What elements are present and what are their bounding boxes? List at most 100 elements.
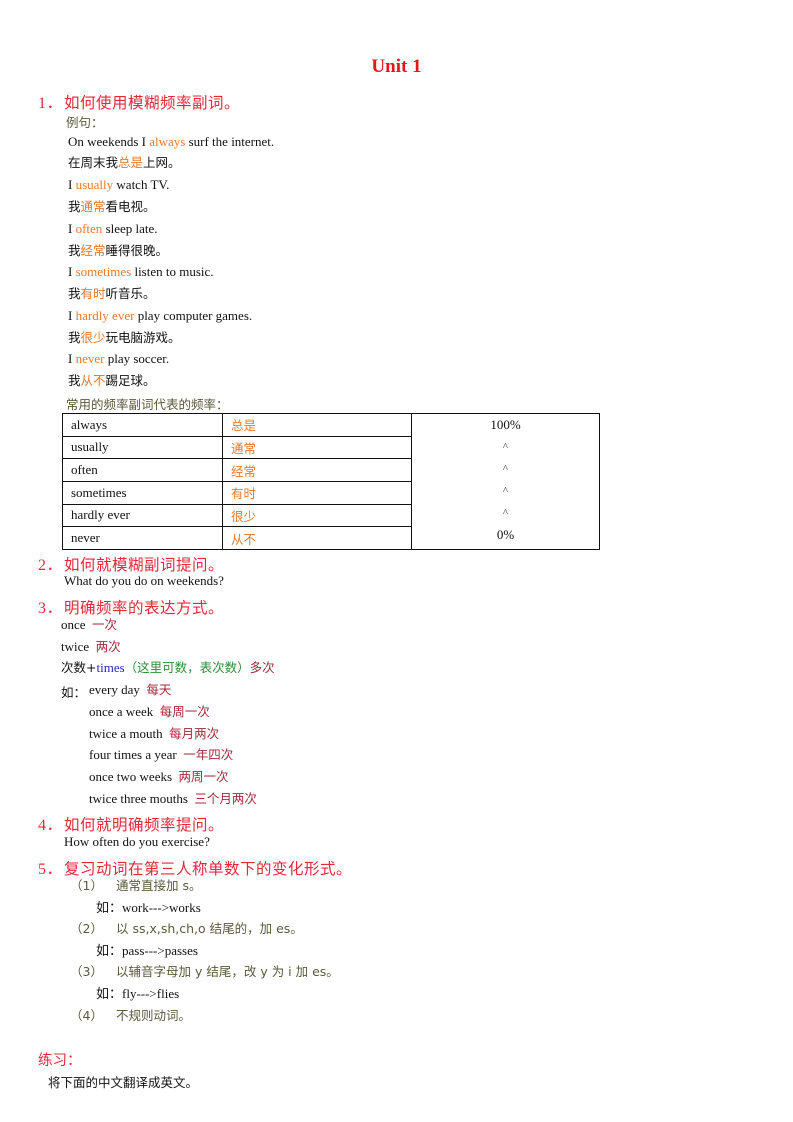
english-phrase: twice three mouths: [89, 791, 188, 806]
example-sentence: I usually watch TV.: [68, 177, 169, 193]
english-phrase: four times a year: [89, 747, 177, 762]
sentence-text: 听音乐。: [105, 286, 156, 301]
sentence-text: 上网。: [143, 155, 181, 170]
frequency-example: every day 每天: [89, 682, 171, 698]
chinese-phrase: 每周一次: [159, 704, 210, 719]
rule-item: （1） 通常直接加 s。: [70, 878, 202, 894]
times-rule-line: 次数+times（这里可数，表次数）多次: [61, 660, 275, 676]
examples-label: 例句：: [66, 115, 104, 130]
frequency-adverb: 很少: [80, 330, 106, 345]
rule-text: 不规则动词。: [116, 1008, 192, 1023]
rule-item: （2） 以 ss,x,sh,ch,o 结尾的，加 es。: [70, 921, 303, 937]
example-sentence: I never play soccer.: [68, 351, 169, 367]
rule-label: （4）: [70, 1008, 103, 1023]
adverb-chinese: 总是: [222, 413, 412, 437]
sentence-text: 踢足球。: [105, 373, 156, 388]
sentence-text: 在周末我: [68, 155, 119, 170]
chinese-term: 一次: [92, 617, 118, 632]
sentence-text: 我: [68, 330, 81, 345]
adverb-english: hardly ever: [62, 503, 223, 528]
english-phrase: every day: [89, 682, 140, 697]
rule-label: （1）: [70, 878, 103, 893]
english-phrase: once a week: [89, 704, 154, 719]
sentence-text: I: [68, 221, 76, 236]
rule-text: 以 ss,x,sh,ch,o 结尾的，加 es。: [116, 921, 303, 936]
adverb-chinese: 通常: [222, 435, 412, 460]
section-title: 如何就模糊副词提问。: [64, 556, 225, 574]
section-2-heading: 2．如何就模糊副词提问。: [38, 551, 224, 575]
sentence-text: surf the internet.: [185, 134, 275, 149]
frequency-adverb: often: [75, 221, 103, 236]
section-number: 4．: [38, 817, 64, 834]
frequency-example: twice a mouth 每月两次: [89, 726, 219, 742]
sentence-text: play soccer.: [104, 351, 170, 366]
frequency-adverb: 有时: [80, 286, 106, 301]
section-title: 如何就明确频率提问。: [64, 816, 225, 834]
section-title: 复习动词在第三人称单数下的变化形式。: [64, 860, 353, 878]
chinese-phrase: 一年四次: [183, 747, 234, 762]
frequency-adverb: 通常: [80, 199, 106, 214]
chinese-phrase: 每天: [146, 682, 172, 697]
frequency-scale: 100% ^ ^ ^ ^ 0%: [411, 413, 600, 550]
eg-label: 如：: [61, 685, 87, 700]
scale-percent: 100%: [490, 417, 521, 432]
table-row: always 总是 100% ^ ^ ^ ^ 0%: [62, 413, 600, 550]
frequency-example: once a week 每周一次: [89, 704, 210, 720]
section-4-heading: 4．如何就明确频率提问。: [38, 811, 224, 835]
section-5-heading: 5．复习动词在第三人称单数下的变化形式。: [38, 855, 352, 879]
rule-example: 如：work--->works: [96, 900, 201, 915]
practice-label: 练习：: [38, 1053, 82, 1069]
adverb-chinese: 有时: [222, 480, 412, 505]
english-phrase: once two weeks: [89, 769, 173, 784]
sentence-text: 我: [68, 199, 81, 214]
rule-note: （这里可数，表次数）: [124, 660, 250, 675]
section-title: 明确频率的表达方式。: [64, 599, 225, 617]
rule-label: （3）: [70, 964, 103, 979]
example-sentence: 在周末我总是上网。: [68, 155, 181, 171]
caret-up-icon: ^: [502, 463, 509, 475]
section-number: 5．: [38, 861, 64, 878]
section-number: 1．: [38, 95, 64, 112]
frequency-example: twice three mouths 三个月两次: [89, 791, 257, 807]
chinese-phrase: 三个月两次: [194, 791, 257, 806]
rule-prefix: 次数+: [61, 660, 97, 675]
sentence-text: I: [68, 177, 76, 192]
adverb-english: never: [62, 526, 223, 550]
chinese-phrase: 每月两次: [169, 726, 220, 741]
adverb-chinese: 从不: [222, 526, 412, 550]
example-sentence: I hardly ever play computer games.: [68, 308, 252, 324]
sentence-text: sleep late.: [102, 221, 158, 236]
section-title: 如何使用模糊频率副词。: [64, 94, 241, 112]
sentence-text: 玩电脑游戏。: [105, 330, 181, 345]
rule-text: 通常直接加 s。: [116, 878, 202, 893]
example-sentence: 我通常看电视。: [68, 199, 156, 215]
chinese-phrase: 两周一次: [178, 769, 229, 784]
sentence-text: play computer games.: [134, 308, 253, 323]
caret-up-icon: ^: [502, 441, 509, 453]
sentence-text: I: [68, 308, 76, 323]
adverb-english: always: [62, 413, 223, 437]
frequency-table: always 总是 100% ^ ^ ^ ^ 0% usually 通常 often 经常 someti…: [62, 413, 600, 550]
rule-item: （4） 不规则动词。: [70, 1008, 191, 1024]
example-sentence: 我从不踢足球。: [68, 373, 156, 389]
section-3-heading: 3．明确频率的表达方式。: [38, 594, 224, 618]
english-term: twice: [61, 639, 90, 654]
frequency-adverb: always: [149, 134, 186, 149]
once-line: once 一次: [61, 617, 117, 633]
adverb-english: usually: [62, 435, 223, 460]
rule-label: （2）: [70, 921, 103, 936]
english-term: once: [61, 617, 86, 632]
sentence-text: listen to music.: [131, 264, 214, 279]
adverb-english: sometimes: [62, 480, 223, 505]
section-1-heading: 1．如何使用模糊频率副词。: [38, 89, 240, 113]
frequency-example: four times a year 一年四次: [89, 747, 233, 763]
rule-example: 如：pass--->passes: [96, 943, 198, 958]
frequency-adverb: hardly ever: [75, 308, 135, 323]
times-keyword: times: [96, 660, 125, 675]
chinese-term: 两次: [95, 639, 121, 654]
example-sentence: 我经常睡得很晚。: [68, 243, 168, 259]
frequency-adverb: usually: [75, 177, 114, 192]
practice-instruction: 将下面的中文翻译成英文。: [48, 1075, 199, 1090]
adverb-english: often: [62, 458, 223, 482]
english-phrase: twice a mouth: [89, 726, 163, 741]
